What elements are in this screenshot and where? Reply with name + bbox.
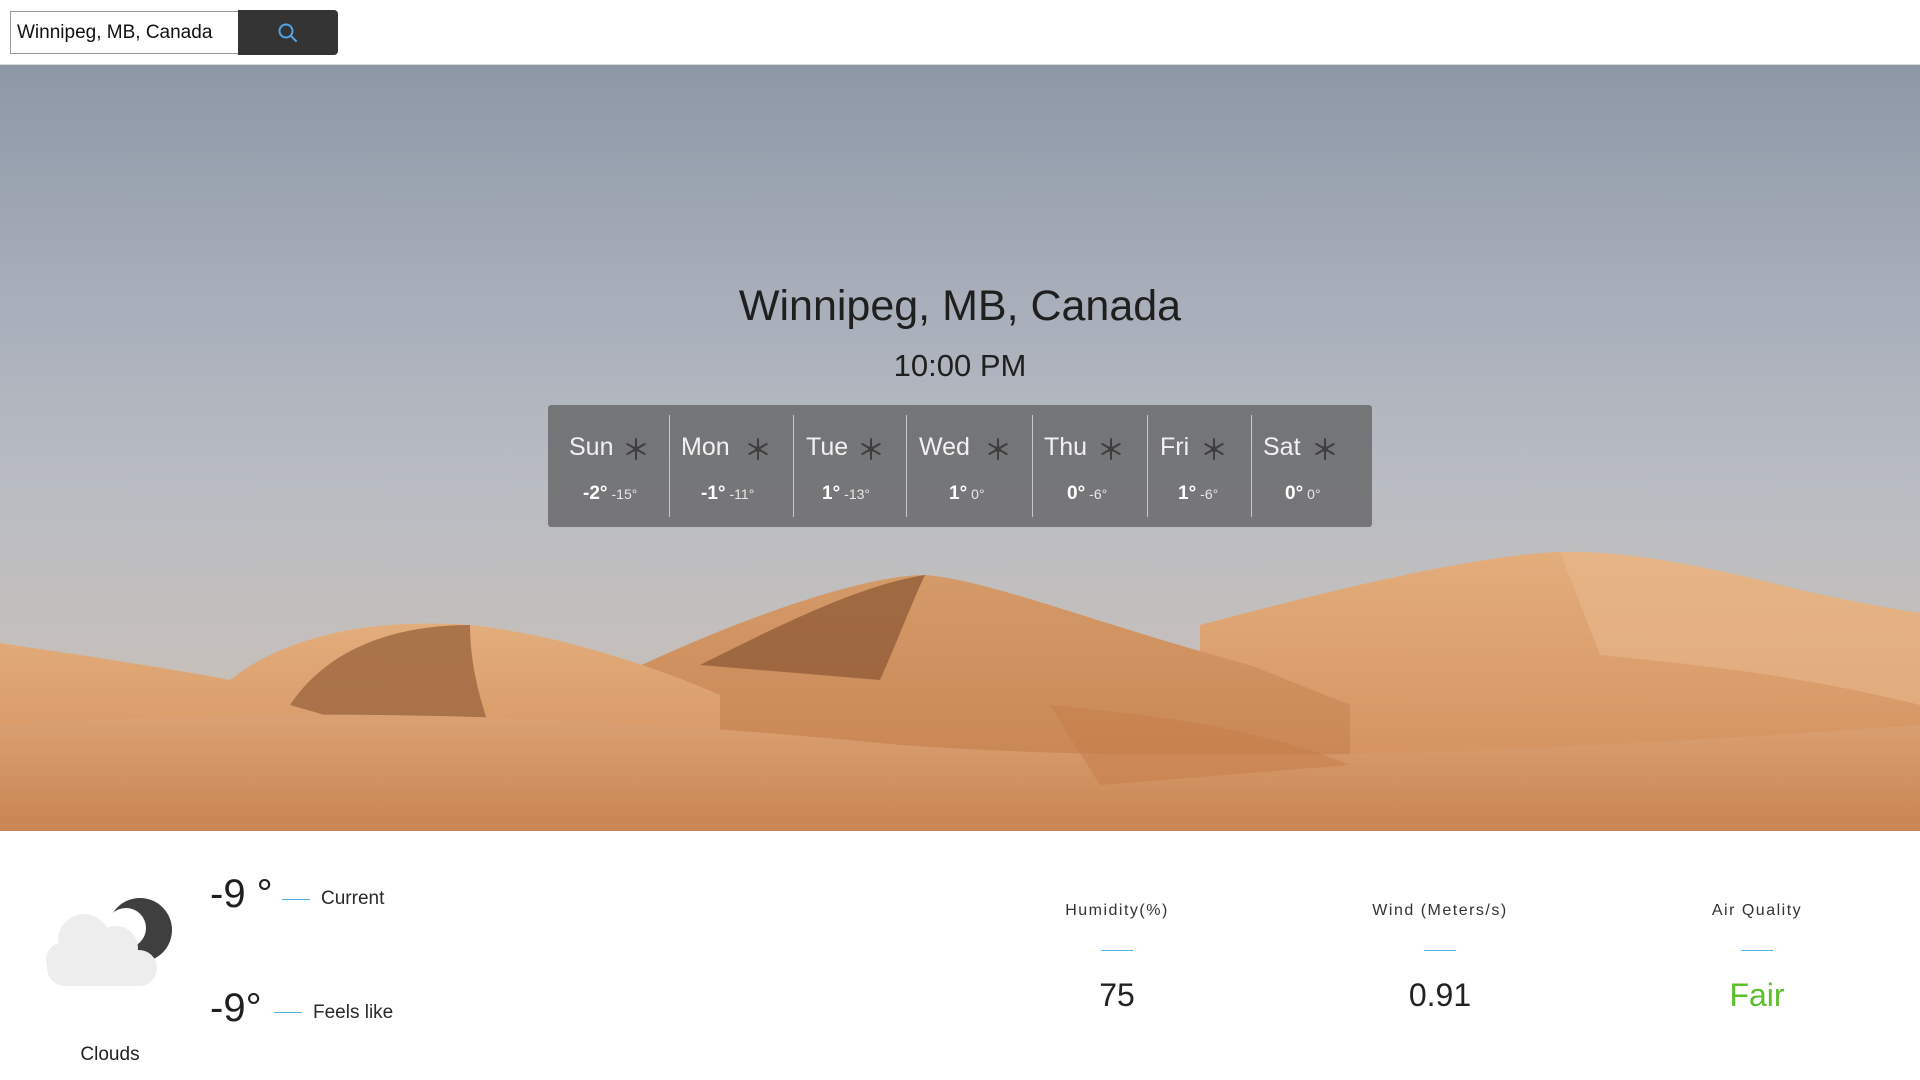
search-input[interactable]: [10, 11, 238, 54]
hero-background: Winnipeg, MB, Canada 10:00 PM Sun -2° -15…: [0, 65, 1920, 831]
wind-title: Wind (Meters/s): [1372, 902, 1508, 919]
forecast-day-name: Wed: [919, 433, 970, 461]
forecast-day: Thu 0° -6°: [1032, 415, 1147, 517]
forecast-low: -6°: [1200, 486, 1219, 502]
forecast-low: -6°: [1089, 486, 1108, 502]
forecast-low: 0°: [971, 486, 985, 502]
humidity-title: Humidity(%): [1065, 902, 1169, 919]
wind-stat: Wind (Meters/s) 0.91: [1330, 902, 1550, 1014]
current-divider: [282, 899, 310, 900]
snowflake-icon: [626, 438, 646, 460]
search-button[interactable]: [238, 10, 338, 55]
humidity-divider: [1101, 950, 1133, 951]
forecast-high: 1°: [1178, 483, 1197, 504]
forecast-day: Mon -1° -11°: [669, 415, 793, 517]
forecast-day: Wed 1° 0°: [906, 415, 1032, 517]
forecast-high: 1°: [822, 483, 841, 504]
forecast-day-name: Tue: [806, 433, 849, 461]
snowflake-icon: [1204, 438, 1224, 460]
city-title: Winnipeg, MB, Canada: [738, 282, 1182, 330]
snowflake-icon: [748, 438, 768, 460]
forecast-high: 0°: [1285, 483, 1304, 504]
forecast-day-name: Thu: [1044, 433, 1088, 461]
snowflake-icon: [1315, 438, 1335, 460]
forecast-day-name: Mon: [681, 433, 730, 461]
current-temperature-label: Current: [321, 888, 385, 909]
cloudy-night-icon: [46, 898, 172, 986]
wind-divider: [1424, 950, 1456, 951]
forecast-day-name: Sun: [569, 433, 614, 461]
humidity-value: 75: [1099, 977, 1135, 1013]
local-time: 10:00 PM: [893, 348, 1027, 383]
forecast-low: -13°: [844, 486, 871, 502]
forecast-high: 1°: [949, 483, 968, 504]
search-icon: [278, 23, 297, 42]
snowflake-icon: [861, 438, 881, 460]
air-quality-stat: Air Quality Fair: [1647, 902, 1867, 1014]
forecast-day: Fri 1° -6°: [1147, 415, 1251, 517]
forecast-day-name: Fri: [1160, 433, 1190, 461]
top-bar: [0, 0, 1920, 65]
snowflake-icon: [988, 438, 1008, 460]
feels-like-label: Feels like: [313, 1002, 394, 1023]
condition-label: Clouds: [80, 1044, 140, 1065]
weekly-forecast: Sun -2° -15° Mon -1° -11° Tue 1° -13° Wed 1…: [548, 405, 1372, 527]
forecast-day-name: Sat: [1263, 433, 1301, 461]
forecast-high: -1°: [701, 483, 726, 504]
feels-like-temperature: -9°: [210, 986, 262, 1030]
humidity-stat: Humidity(%) 75: [1007, 902, 1227, 1014]
forecast-high: -2°: [583, 483, 608, 504]
feels-like-divider: [274, 1012, 302, 1013]
air-quality-divider: [1741, 950, 1773, 951]
current-temperature: -9 °: [210, 872, 273, 916]
air-quality-value: Fair: [1729, 977, 1785, 1013]
forecast-low: 0°: [1307, 486, 1321, 502]
air-quality-title: Air Quality: [1711, 902, 1803, 919]
forecast-day: Tue 1° -13°: [793, 415, 906, 517]
forecast-low: -11°: [729, 486, 755, 502]
wind-value: 0.91: [1408, 977, 1472, 1013]
forecast-low: -15°: [611, 486, 638, 502]
forecast-day: Sun -2° -15°: [548, 415, 669, 517]
snowflake-icon: [1101, 438, 1121, 460]
forecast-day: Sat 0° 0°: [1251, 415, 1372, 517]
forecast-high: 0°: [1067, 483, 1086, 504]
